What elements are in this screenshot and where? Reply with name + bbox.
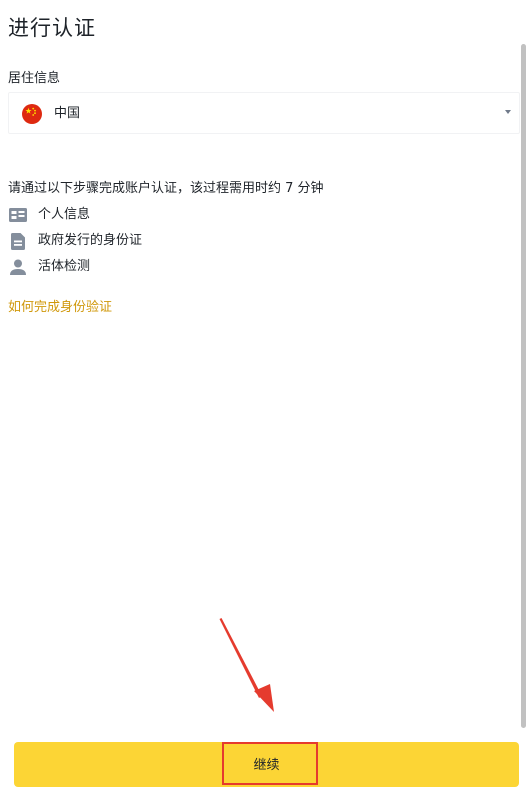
page-title: 进行认证 [8,16,96,40]
step-label: 个人信息 [38,207,91,222]
continue-label: 继续 [253,757,280,772]
how-to-verify-link[interactable]: 如何完成身份验证 [8,299,112,317]
person-icon [8,257,28,277]
china-flag-icon [22,104,42,124]
annotation-arrow-icon [219,618,274,712]
caret-down-icon [505,110,511,114]
step-personal-info: 个人信息 [8,205,90,225]
document-icon [8,231,28,251]
step-label: 政府发行的身份证 [38,233,143,248]
steps-intro: 请通过以下步骤完成账户认证，该过程需用时约 7 分钟 [8,181,324,196]
continue-button[interactable]: 继续 [14,742,519,787]
step-liveness-check: 活体检测 [8,257,90,277]
id-card-icon [8,205,28,225]
scrollbar-thumb[interactable] [521,44,526,728]
residence-label: 居住信息 [8,71,61,86]
scrollbar[interactable] [521,44,526,728]
selected-country: 中国 [54,106,81,121]
step-government-id: 政府发行的身份证 [8,231,142,251]
country-select[interactable]: 中国 [8,92,520,134]
step-label: 活体检测 [38,259,91,274]
